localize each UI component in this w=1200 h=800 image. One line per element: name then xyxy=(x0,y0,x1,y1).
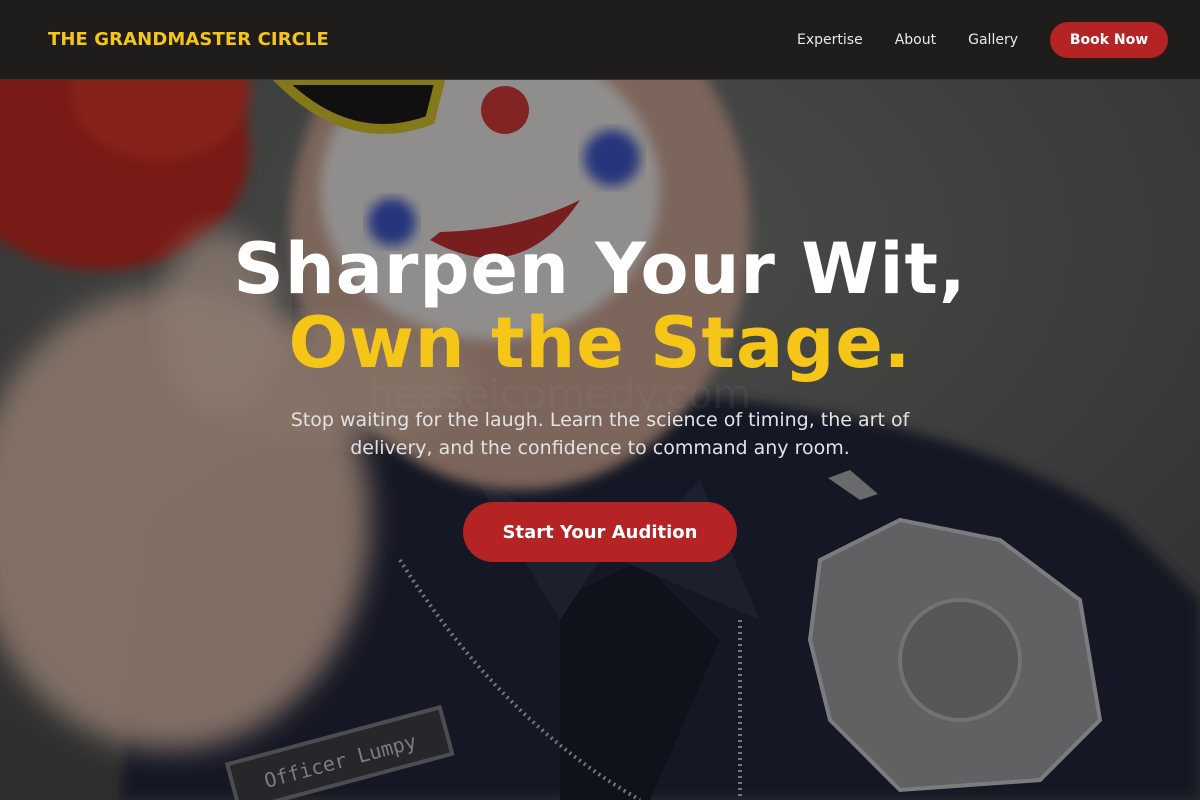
nav-link-gallery[interactable]: Gallery xyxy=(968,32,1018,48)
brand-logo-link[interactable]: THE GRANDMASTER CIRCLE xyxy=(48,29,329,50)
start-audition-button[interactable]: Start Your Audition xyxy=(463,502,737,562)
nav-link-about[interactable]: About xyxy=(895,32,936,48)
headline-line-2: Own the Stage. xyxy=(288,302,912,384)
top-navbar: THE GRANDMASTER CIRCLE Expertise About G… xyxy=(0,0,1200,80)
nav-link-expertise[interactable]: Expertise xyxy=(797,32,863,48)
hero-section: Sharpen Your Wit, Own the Stage. Stop wa… xyxy=(0,0,1200,800)
nav-links: Expertise About Gallery Book Now xyxy=(797,21,1168,58)
hero-headline: Sharpen Your Wit, Own the Stage. xyxy=(0,232,1200,380)
headline-line-1: Sharpen Your Wit, xyxy=(233,228,967,310)
hero-subtitle: Stop waiting for the laugh. Learn the sc… xyxy=(290,409,910,459)
book-now-button[interactable]: Book Now xyxy=(1050,21,1168,58)
landing-page: Officer Lumpy heaseicomedy.com THE GRAND… xyxy=(0,0,1200,800)
